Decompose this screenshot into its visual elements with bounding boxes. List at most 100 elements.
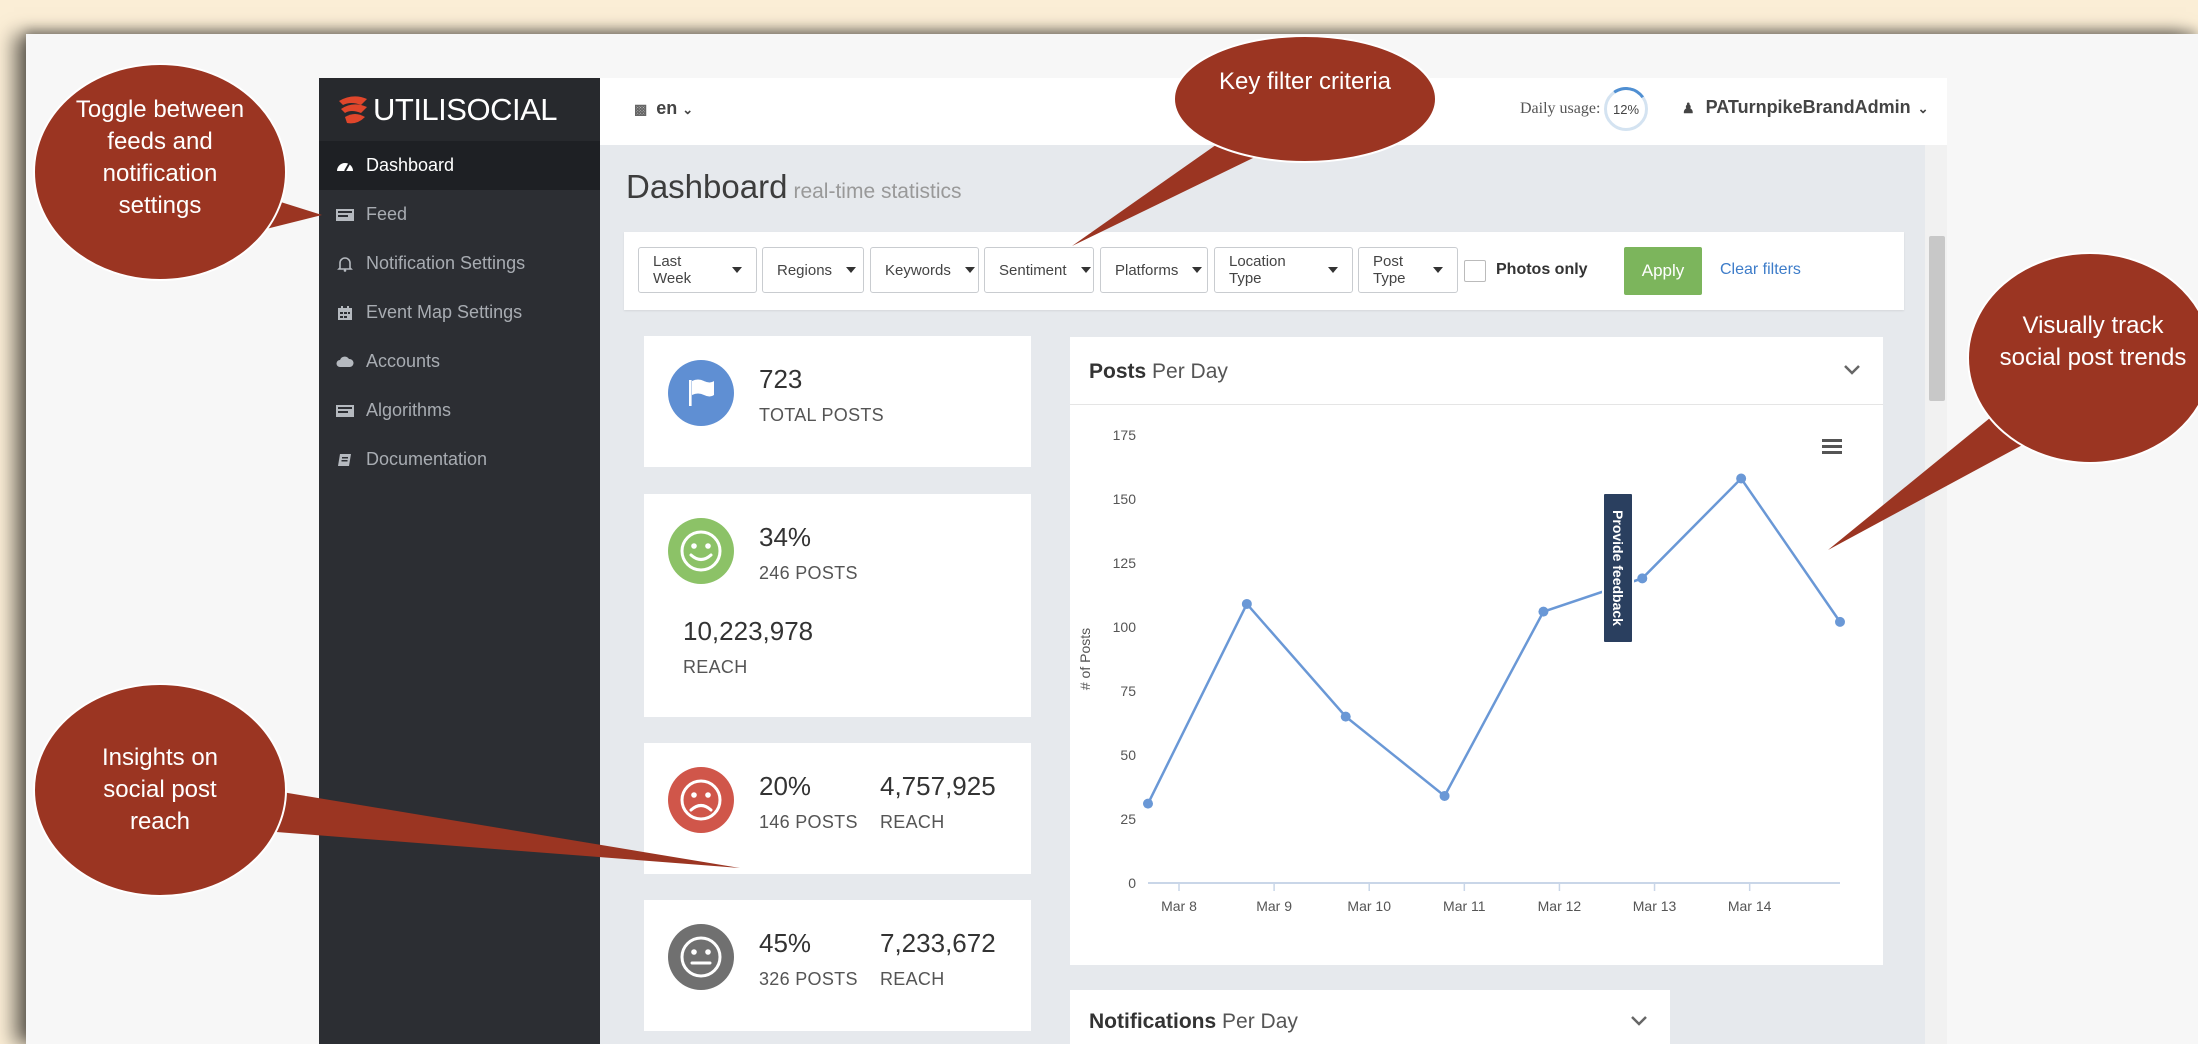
posts-panel-title-bold: Posts: [1089, 360, 1147, 383]
sidebar-item-label: Feed: [366, 204, 408, 224]
language-selector[interactable]: ▩ en ⌄: [634, 98, 693, 119]
chevron-down-icon: ⌄: [1917, 101, 1929, 116]
x-tick-label: Mar 8: [1161, 898, 1197, 914]
neutral-percent: 45%: [759, 928, 812, 958]
caret-down-icon: [964, 267, 975, 273]
filter-post-type[interactable]: Post Type: [1358, 247, 1458, 293]
neutral-sentiment-card: 45% 326 POSTS 7,233,672 REACH: [644, 900, 1031, 1031]
data-point: [1241, 598, 1252, 609]
filter-label: Post Type: [1373, 253, 1406, 287]
logo-text: UTILISOCIAL: [373, 91, 558, 127]
data-point: [1736, 473, 1747, 484]
collapse-chevron-icon[interactable]: [1843, 363, 1861, 381]
x-tick-label: Mar 10: [1347, 898, 1391, 914]
filter-label: Sentiment: [999, 261, 1067, 279]
filter-label: Last Week: [653, 253, 692, 287]
provide-feedback-tab[interactable]: Provide feedback: [1602, 492, 1634, 644]
sidebar-item-event-map-settings[interactable]: Event Map Settings: [319, 288, 600, 337]
notifications-per-day-panel: Notifications Per Day: [1070, 990, 1670, 1044]
x-tick-label: Mar 13: [1633, 898, 1677, 914]
page-title-text: Dashboard: [626, 168, 788, 205]
language-value: en: [656, 98, 678, 118]
y-tick-label: 25: [1120, 811, 1136, 827]
y-tick-label: 150: [1113, 491, 1137, 507]
y-tick-label: 100: [1113, 619, 1137, 635]
scrollbar[interactable]: [1925, 145, 1947, 1044]
negative-posts: 146 POSTS: [759, 812, 858, 832]
y-tick-label: 175: [1113, 427, 1137, 443]
chart-menu-icon-bar: [1822, 451, 1842, 454]
data-point: [1340, 711, 1351, 722]
apply-button[interactable]: Apply: [1624, 247, 1702, 295]
filter-location-type[interactable]: Location Type: [1214, 247, 1353, 293]
total-posts-card: 723 TOTAL POSTS: [644, 336, 1031, 467]
caret-down-icon: [1328, 267, 1338, 273]
filter-platforms[interactable]: Platforms: [1100, 247, 1208, 293]
app-window: UTILISOCIAL Dashboard Feed Notification …: [319, 78, 1947, 1044]
calendar-icon: [336, 305, 354, 321]
posts-line-chart: 0 25 50 75 100 125 150 175 Mar 8 Mar 9 Mar 10 Mar 1…: [1077, 427, 1845, 914]
filter-label: Location Type: [1229, 253, 1286, 287]
chart-menu-icon-bar: [1822, 439, 1842, 442]
posts-panel-title: Posts Per Day: [1089, 360, 1228, 384]
photos-only-checkbox[interactable]: [1464, 260, 1486, 282]
smile-icon: [668, 518, 734, 584]
caret-down-icon: [1192, 267, 1203, 273]
callout-reach-text: Insights on social post reach: [101, 744, 219, 835]
page-subtitle: real-time statistics: [793, 180, 962, 203]
user-menu[interactable]: ♟ PATurnpikeBrandAdmin ⌄: [1682, 97, 1929, 118]
scrollbar-thumb[interactable]: [1929, 236, 1945, 401]
daily-usage-label: Daily usage:: [1520, 100, 1601, 117]
caret-down-icon: [732, 267, 742, 273]
sidebar-item-feed[interactable]: Feed: [319, 190, 600, 239]
photos-only-label: Photos only: [1496, 261, 1588, 278]
sidebar-item-notification-settings[interactable]: Notification Settings: [319, 239, 600, 288]
sidebar-item-documentation[interactable]: Documentation: [319, 435, 600, 484]
list-icon: [336, 403, 354, 419]
filter-keywords[interactable]: Keywords: [870, 247, 979, 293]
filter-regions[interactable]: Regions: [762, 247, 864, 293]
positive-percent: 34%: [759, 522, 812, 552]
logo: UTILISOCIAL: [319, 78, 600, 141]
negative-reach-value: 4,757,925: [880, 771, 996, 801]
notifications-panel-title: Notifications Per Day: [1089, 1010, 1298, 1034]
sidebar-item-label: Notification Settings: [366, 253, 526, 273]
collapse-chevron-icon[interactable]: [1630, 1014, 1648, 1032]
total-posts-label: TOTAL POSTS: [759, 405, 884, 425]
data-point: [1538, 606, 1549, 617]
notifications-panel-title-rest: Per Day: [1222, 1010, 1298, 1033]
flag-icon: [668, 360, 734, 426]
sidebar-item-label: Documentation: [366, 449, 488, 469]
notifications-panel-title-bold: Notifications: [1089, 1010, 1217, 1033]
y-tick-label: 75: [1120, 683, 1136, 699]
callout-filter-text: Key filter criteria: [1218, 68, 1392, 95]
dashboard-icon: [336, 158, 354, 174]
sidebar-item-accounts[interactable]: Accounts: [319, 337, 600, 386]
bell-icon: [336, 256, 354, 272]
frown-icon: [668, 767, 734, 833]
book-icon: [336, 452, 354, 468]
x-tick-label: Mar 12: [1538, 898, 1582, 914]
caret-down-icon: [846, 267, 857, 273]
data-point: [1637, 573, 1648, 584]
filter-bar: Last Week Regions Keywords Sentiment Pla…: [624, 232, 1904, 310]
negative-percent: 20%: [759, 771, 812, 801]
translate-icon: ▩: [634, 101, 648, 117]
positive-reach-label: REACH: [683, 657, 748, 677]
x-tick-label: Mar 11: [1443, 898, 1486, 914]
clear-filters-link[interactable]: Clear filters: [1720, 261, 1801, 279]
sidebar-item-dashboard[interactable]: Dashboard: [319, 141, 600, 190]
cloud-icon: [336, 354, 354, 370]
data-point: [1439, 790, 1450, 801]
filter-label: Platforms: [1115, 261, 1179, 279]
usage-progress-arc: [1600, 83, 1652, 135]
caret-down-icon: [1080, 267, 1091, 273]
x-tick-label: Mar 9: [1256, 898, 1292, 914]
neutral-face-icon: [668, 924, 734, 990]
filter-date-range[interactable]: Last Week: [638, 247, 757, 293]
y-tick-label: 125: [1113, 555, 1137, 571]
chevron-down-icon: ⌄: [682, 102, 694, 117]
sidebar-item-algorithms[interactable]: Algorithms: [319, 386, 600, 435]
posts-per-day-panel: Posts Per Day 0 25 50 75 100 125 150 175 Mar 8 Ma…: [1070, 337, 1883, 965]
filter-sentiment[interactable]: Sentiment: [984, 247, 1094, 293]
